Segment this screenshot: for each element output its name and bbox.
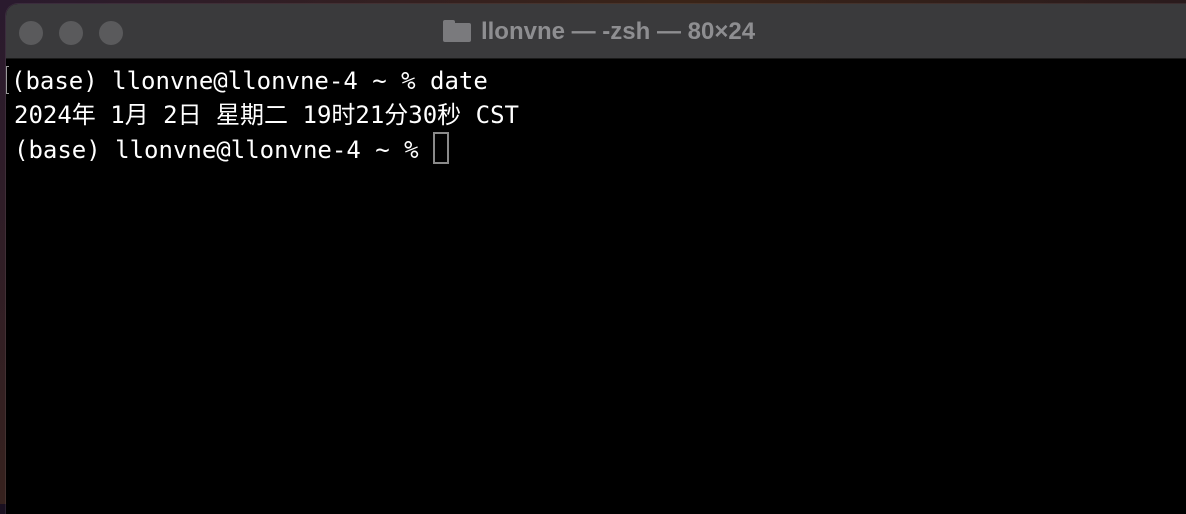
window-title-text: llonvne — -zsh — 80×24 [480,18,756,45]
terminal-line: (base) llonvne@llonvne-4 ~ % date [6,64,1186,98]
terminal-window[interactable]: llonvne — -zsh — 80×24 (base) llonvne@ll… [6,4,1186,514]
terminal-line: 2024年 1月 2日 星期二 19时21分30秒 CST [14,98,1186,132]
window-title: llonvne — -zsh — 80×24 [6,18,1186,46]
folder-icon [442,20,471,42]
block-cursor [432,132,449,164]
prompt-text: (base) llonvne@llonvne-4 ~ % [11,67,416,95]
title-bar[interactable]: llonvne — -zsh — 80×24 [6,4,1186,59]
terminal-line: (base) llonvne@llonvne-4 ~ % [14,132,1186,166]
prompt-text: (base) llonvne@llonvne-4 ~ % [14,136,419,164]
scroll-mark-icon [6,66,9,94]
output-text: 2024年 1月 2日 星期二 19时21分30秒 CST [14,101,519,129]
command-text: date [430,67,488,95]
terminal-content[interactable]: (base) llonvne@llonvne-4 ~ % date 2024年 … [6,59,1186,514]
